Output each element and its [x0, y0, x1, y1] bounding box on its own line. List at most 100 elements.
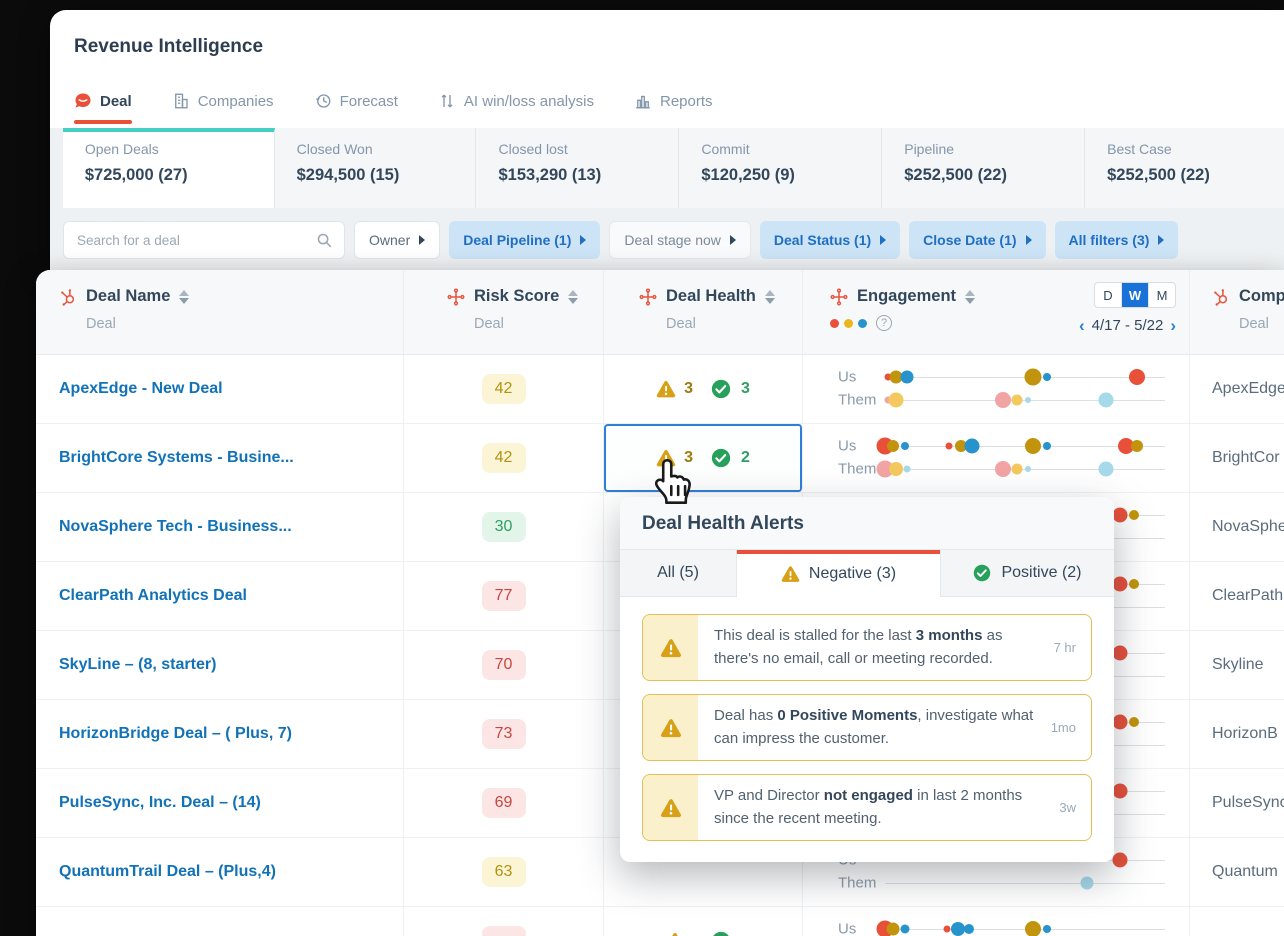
deal-name-link[interactable]: SkyLine – (8, starter) [59, 656, 216, 674]
card-label: Best Case [1107, 141, 1172, 157]
us-timeline [876, 917, 1165, 936]
card-closed-lost[interactable]: Closed lost $153,290 (13) [476, 128, 680, 208]
column-title: Engagement [857, 287, 957, 305]
legend-dot-blue [858, 318, 867, 328]
deal-status-filter-button[interactable]: Deal Status (1) [759, 221, 901, 259]
engagement-dot [964, 438, 980, 453]
alert-text: VP and Director not engaged in last 2 mo… [714, 787, 1023, 827]
engagement-dot [900, 370, 914, 383]
deal-name-link[interactable]: ApexEdge - New Deal [59, 380, 223, 398]
sort-icon[interactable] [179, 289, 190, 304]
engagement-dot [900, 924, 910, 933]
tab-label: Positive (2) [1001, 564, 1082, 581]
deal-name-link[interactable]: NovaSphere Tech - Business... [59, 518, 292, 536]
tab-deal[interactable]: Deal [74, 92, 132, 124]
help-icon[interactable]: ? [876, 315, 892, 331]
engagement-dot [1131, 439, 1143, 452]
reports-icon [634, 92, 652, 110]
alert-time: 3w [1059, 800, 1076, 815]
risk-score-badge: 42 [481, 374, 526, 404]
toggle-week[interactable]: W [1122, 283, 1149, 307]
card-label: Open Deals [84, 141, 159, 157]
tab-reports[interactable]: Reports [634, 92, 713, 110]
engagement-dot [1024, 396, 1031, 403]
hubspot-sprocket-icon [59, 288, 77, 306]
summary-cards: Open Deals $725,000 (27) Closed Won $294… [50, 128, 1284, 208]
engagement-dot [1129, 368, 1145, 385]
them-timeline [876, 457, 1165, 480]
deal-name-link[interactable]: QuantumTrail Deal – (Plus,4) [59, 863, 276, 881]
company-name: ApexEdge [1212, 380, 1284, 397]
sort-icon[interactable] [764, 289, 775, 304]
check-icon [973, 564, 992, 582]
deal-name-link[interactable]: BrightCore Systems - Busine... [59, 449, 294, 467]
engagement-dot [1112, 783, 1128, 798]
close-date-filter-button[interactable]: Close Date (1) [909, 221, 1046, 259]
engagement-dot [1025, 920, 1042, 936]
engagement-dot [1043, 372, 1052, 381]
table-row: Us Them [36, 907, 1284, 936]
positive-count: 2 [741, 449, 750, 466]
popup-title: Deal Health Alerts [642, 513, 804, 534]
engagement-cell: Us Them [803, 907, 1190, 936]
column-title: Deal Name [86, 287, 171, 305]
prev-date-icon[interactable]: ‹ [1079, 317, 1085, 334]
tab-forecast[interactable]: Forecast [314, 92, 398, 110]
deal-health-cell[interactable]: 3 2 [604, 424, 803, 492]
sort-icon[interactable] [965, 289, 976, 304]
search-input[interactable] [64, 222, 317, 258]
deal-health-cell[interactable] [604, 907, 803, 936]
column-title: Risk Score [474, 287, 560, 305]
toggle-month[interactable]: M [1149, 283, 1175, 307]
us-timeline [876, 434, 1165, 457]
card-best-case[interactable]: Best Case $252,500 (22) [1085, 128, 1284, 208]
card-closed-won[interactable]: Closed Won $294,500 (15) [274, 128, 477, 208]
tab-companies[interactable]: Companies [172, 92, 274, 110]
all-filters-button[interactable]: All filters (3) [1054, 221, 1179, 259]
card-open-deals[interactable]: Open Deals $725,000 (27) [62, 128, 275, 208]
deal-search [63, 221, 345, 259]
deal-name-link[interactable]: HorizonBridge Deal – ( Plus, 7) [59, 725, 292, 743]
engagement-dot [1098, 392, 1114, 407]
them-label: Them [838, 391, 877, 408]
card-commit[interactable]: Commit $120,250 (9) [679, 128, 883, 208]
column-risk-score: Risk Score Deal [404, 270, 604, 354]
column-subtitle: Deal [474, 316, 504, 332]
sort-icon[interactable] [568, 289, 579, 304]
tab-label: Forecast [339, 92, 398, 110]
negative-count: 3 [684, 449, 693, 466]
toggle-day[interactable]: D [1095, 283, 1122, 307]
next-date-icon[interactable]: › [1170, 317, 1176, 334]
deal-name-link[interactable]: PulseSync, Inc. Deal – (14) [59, 794, 261, 812]
main-nav: Deal Companies Forecast AI win/loss anal… [74, 92, 713, 124]
tab-positive[interactable]: Positive (2) [941, 550, 1114, 597]
alert-time: 7 hr [1053, 640, 1076, 655]
risk-score-badge: 70 [481, 650, 526, 680]
column-title: Deal Health [666, 287, 756, 305]
company-name: NovaSphe [1212, 518, 1284, 535]
risk-score-badge: 42 [481, 443, 526, 473]
us-timeline [884, 365, 1165, 388]
deal-health-cell[interactable]: 3 3 [604, 355, 803, 423]
card-value: $725,000 (27) [84, 166, 188, 184]
engagement-dot [900, 441, 909, 450]
popup-header: Deal Health Alerts [620, 497, 1114, 550]
check-icon [711, 931, 731, 936]
positive-count: 3 [741, 380, 750, 397]
card-value: $153,290 (13) [498, 166, 602, 184]
tab-ai-winloss[interactable]: AI win/loss analysis [438, 92, 594, 110]
column-engagement: Engagement ? D W M ‹ 4/17 - 5/22 › [803, 270, 1190, 354]
deal-name-link[interactable]: ClearPath Analytics Deal [59, 587, 247, 605]
card-pipeline[interactable]: Pipeline $252,500 (22) [882, 128, 1086, 208]
deal-stage-filter-button[interactable]: Deal stage now [609, 221, 751, 259]
hubspot-sprocket-icon [1212, 288, 1230, 306]
owner-filter-button[interactable]: Owner [354, 221, 441, 259]
deal-pipeline-filter-button[interactable]: Deal Pipeline (1) [449, 221, 601, 259]
engagement-dot [1129, 716, 1140, 727]
tab-all[interactable]: All (5) [620, 550, 737, 597]
them-timeline [885, 871, 1165, 894]
tab-negative[interactable]: Negative (3) [737, 550, 941, 597]
company-name: BrightCor [1212, 449, 1280, 466]
engagement-dot [1024, 368, 1042, 385]
caret-icon [1025, 235, 1032, 245]
